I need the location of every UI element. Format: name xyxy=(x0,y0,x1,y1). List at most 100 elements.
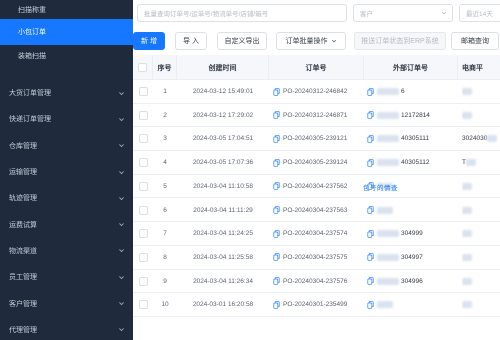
copy-icon[interactable] xyxy=(273,253,280,262)
row-external-no-cell: 304999 xyxy=(367,222,458,245)
redacted-mask xyxy=(377,88,399,95)
redacted-mask xyxy=(377,301,393,309)
custom-export-button[interactable]: 自定义导出 xyxy=(217,32,267,50)
row-external-no-cell: 40305111 xyxy=(367,127,458,150)
row-external-no-cell: 6 xyxy=(367,80,458,103)
row-select-cell xyxy=(133,127,153,150)
row-external-no-cell: 40305112 xyxy=(367,151,458,174)
copy-icon[interactable] xyxy=(367,206,374,214)
row-external-no-cell: 304996 xyxy=(367,270,458,293)
batch-actions-dropdown[interactable]: 订单批量操作 xyxy=(276,32,346,50)
copy-icon[interactable] xyxy=(273,277,280,285)
mail-query-button[interactable]: 邮箱查询 xyxy=(451,32,499,50)
sidebar-group-label: 员工管理 xyxy=(9,274,37,282)
row-index: 2 xyxy=(163,111,167,119)
sidebar-item-scan-weigh[interactable]: 扫描称重 xyxy=(0,0,133,19)
sidebar-group-warehouse[interactable]: 仓库管理 xyxy=(0,133,133,159)
row-order-no[interactable]: PO-20240304-237574 xyxy=(283,230,347,237)
copy-icon[interactable] xyxy=(273,206,280,214)
copy-icon[interactable] xyxy=(367,87,374,96)
sidebar-group-tracking[interactable]: 轨迹管理 xyxy=(0,185,133,211)
customer-select[interactable]: 客户 xyxy=(353,4,453,22)
row-checkbox[interactable] xyxy=(138,276,148,286)
row-checkbox[interactable] xyxy=(138,158,148,168)
table-row[interactable]: 2 2024-03-12 17:29:02 PO-20240312-246871 12… xyxy=(133,103,500,128)
copy-icon[interactable] xyxy=(273,182,280,190)
redacted-mask xyxy=(465,159,476,167)
copy-icon[interactable] xyxy=(367,135,374,143)
row-checkbox[interactable] xyxy=(138,110,148,120)
row-order-no[interactable]: PO-20240305-239121 xyxy=(283,135,347,142)
sidebar-group-bulk-orders[interactable]: 大货订单管理 xyxy=(0,80,133,106)
redacted-mask xyxy=(462,301,472,309)
copy-icon[interactable] xyxy=(367,253,374,262)
row-order-no[interactable]: PO-20240304-237563 xyxy=(283,207,347,214)
row-platform-cell xyxy=(462,270,500,293)
row-checkbox[interactable] xyxy=(138,300,148,310)
row-order-no[interactable]: PO-20240305-239124 xyxy=(283,159,347,166)
copy-icon[interactable] xyxy=(367,301,374,309)
chevron-down-icon xyxy=(119,302,124,306)
table-row[interactable]: 8 2024-03-04 11:25:58 PO-20240304-237575 30… xyxy=(133,245,500,270)
row-checkbox[interactable] xyxy=(138,252,148,262)
redacted-mask xyxy=(377,206,393,214)
chevron-down-icon xyxy=(119,170,124,174)
sidebar-group-agents[interactable]: 代理管理 xyxy=(0,317,133,340)
row-checkbox[interactable] xyxy=(138,229,148,239)
push-erp-button[interactable]: 推送订单状态到ERP系统 xyxy=(354,32,446,50)
copy-icon[interactable] xyxy=(367,158,374,167)
row-order-no[interactable]: PO-20240301-235499 xyxy=(283,301,347,308)
row-checkbox[interactable] xyxy=(138,134,148,144)
select-all-checkbox[interactable] xyxy=(138,63,147,72)
table-row[interactable]: 3 2024-03-05 17:04:51 PO-20240305-239121 40… xyxy=(133,127,500,152)
sidebar-group-label: 代理管理 xyxy=(9,326,37,334)
sidebar-group-transport[interactable]: 运输管理 xyxy=(0,159,133,185)
row-platform: 3024030 xyxy=(462,135,488,143)
copy-icon[interactable] xyxy=(273,111,280,119)
sidebar-item-packing-scan[interactable]: 装箱扫描 xyxy=(0,45,133,66)
sidebar-item-label: 装箱扫描 xyxy=(18,52,46,60)
copy-icon[interactable] xyxy=(367,277,374,285)
row-order-no[interactable]: PO-20240304-237562 xyxy=(283,183,347,190)
table-row[interactable]: 10 2024-03-01 16:20:58 PO-20240301-235499 xyxy=(133,293,500,317)
row-order-no[interactable]: PO-20240312-246871 xyxy=(283,112,347,119)
row-order-no[interactable]: PO-20240304-237575 xyxy=(283,254,347,261)
copy-icon[interactable] xyxy=(273,87,280,96)
sidebar-group-staff[interactable]: 员工管理 xyxy=(0,264,133,290)
table-row[interactable]: 4 2024-03-05 17:07:36 PO-20240305-239124 40… xyxy=(133,151,500,175)
redacted-mask xyxy=(462,277,472,285)
row-checkbox[interactable] xyxy=(138,181,148,191)
sidebar-group-freight-calc[interactable]: 运费试算 xyxy=(0,211,133,237)
row-checkbox[interactable] xyxy=(138,87,148,96)
copy-icon[interactable] xyxy=(273,158,280,167)
sidebar-group-channels[interactable]: 物流渠道 xyxy=(0,238,133,264)
sidebar-group-customers[interactable]: 客户管理 xyxy=(0,290,133,316)
copy-icon[interactable] xyxy=(273,301,280,309)
table-row[interactable]: 9 2024-03-04 11:26:34 PO-20240304-237576 30… xyxy=(133,269,500,294)
row-order-no-cell: PO-20240305-239124 xyxy=(273,151,364,174)
table-row[interactable]: 1 2024-03-12 15:49:01 PO-20240312-246842 6 xyxy=(133,80,500,104)
row-checkbox[interactable] xyxy=(138,205,148,215)
row-external-no-cell: 12172814 xyxy=(367,104,458,127)
filter-bar: 批量查询订单号/运单号/物流单号/店铺/箱号 客户 最近14天 xyxy=(133,0,500,30)
row-external-no: 304999 xyxy=(401,230,423,238)
table-row[interactable]: 6 2024-03-04 11:11:29 PO-20240304-237563 xyxy=(133,198,500,223)
row-index: 6 xyxy=(163,206,167,214)
table-row[interactable]: 7 2024-03-04 11:24:25 PO-20240304-237574 30… xyxy=(133,222,500,246)
row-external-no: 304996 xyxy=(401,277,423,285)
header-created: 创建时间 xyxy=(177,55,269,80)
copy-icon[interactable] xyxy=(367,111,374,119)
copy-icon[interactable] xyxy=(273,230,280,238)
row-order-no[interactable]: PO-20240312-246842 xyxy=(283,88,347,95)
copy-icon[interactable] xyxy=(273,135,280,143)
copy-icon[interactable] xyxy=(367,230,374,238)
sidebar-item-parcel-orders[interactable]: 小包订单 xyxy=(0,19,133,45)
sidebar-group-express-orders[interactable]: 快递订单管理 xyxy=(0,106,133,132)
redacted-mask xyxy=(377,277,399,285)
import-button[interactable]: 导 入 xyxy=(175,32,207,50)
search-input[interactable]: 批量查询订单号/运单号/物流单号/店铺/箱号 xyxy=(137,4,347,22)
table-row[interactable]: 5 2024-03-04 11:10:58 PO-20240304-237562 xyxy=(133,174,500,199)
new-button[interactable]: 新 增 xyxy=(133,32,165,50)
date-range-input[interactable]: 最近14天 xyxy=(459,4,500,22)
row-order-no[interactable]: PO-20240304-237576 xyxy=(283,278,347,285)
